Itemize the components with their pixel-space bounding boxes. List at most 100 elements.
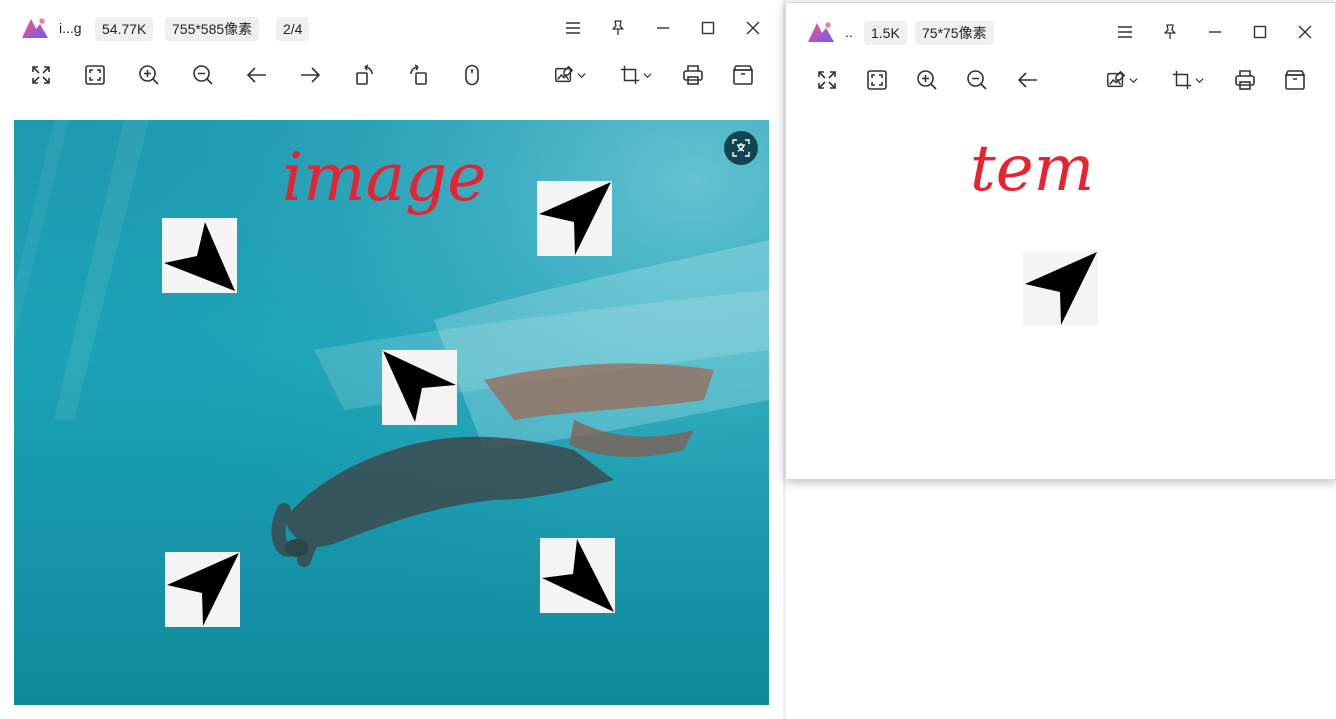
fullscreen-button[interactable]	[26, 60, 56, 90]
rotate-left-button[interactable]	[350, 60, 380, 90]
mouse-icon	[465, 64, 479, 86]
page-counter-badge: 2/4	[276, 17, 310, 41]
ocr-translate-button[interactable]	[724, 131, 758, 165]
svg-text:image: image	[282, 139, 486, 216]
menu-icon	[566, 22, 580, 34]
previous-button[interactable]	[1013, 65, 1043, 95]
fit-window-icon	[85, 65, 105, 85]
toolbar	[786, 65, 1335, 105]
dimensions-badge: 75*75像素	[915, 21, 994, 45]
maximize-button[interactable]	[695, 15, 721, 41]
dimensions-badge: 755*585像素	[165, 17, 260, 41]
app-logo-icon	[808, 22, 834, 42]
fit-window-button[interactable]	[862, 65, 892, 95]
menu-button[interactable]	[560, 15, 586, 41]
archive-icon	[1284, 70, 1306, 90]
close-icon	[1298, 25, 1312, 39]
maximize-icon	[701, 21, 715, 35]
arrow-icon	[1025, 252, 1097, 325]
zoom-out-icon	[193, 65, 213, 85]
titlebar[interactable]: i...g 54.77K 755*585像素 2/4	[0, 0, 783, 56]
chevron-down-icon	[1128, 77, 1138, 83]
close-button[interactable]	[740, 15, 766, 41]
edit-image-dropdown[interactable]	[1102, 65, 1140, 95]
titlebar[interactable]: .. 1.5K 75*75像素	[786, 3, 1335, 59]
arrow-icon	[167, 553, 239, 626]
crop-icon	[620, 65, 639, 85]
rotate-right-button[interactable]	[403, 60, 433, 90]
pin-icon	[1164, 24, 1176, 39]
arrow-tile	[537, 181, 612, 256]
arrow-icon	[539, 182, 611, 255]
zoom-out-button[interactable]	[962, 65, 992, 95]
menu-button[interactable]	[1112, 19, 1138, 45]
next-button[interactable]	[295, 60, 325, 90]
zoom-in-icon	[917, 70, 937, 90]
maximize-icon	[1253, 25, 1267, 39]
archive-button[interactable]	[728, 60, 758, 90]
pin-button[interactable]	[1157, 19, 1183, 45]
pin-button[interactable]	[605, 15, 631, 41]
previous-icon	[1017, 72, 1037, 88]
print-icon	[1235, 70, 1255, 90]
file-name: i...g	[59, 20, 82, 36]
arrow-tile	[382, 350, 457, 425]
image-canvas[interactable]: tem	[786, 116, 1335, 479]
chevron-down-icon	[1194, 77, 1204, 83]
chevron-down-icon	[642, 72, 652, 78]
mouse-mode-button[interactable]	[457, 60, 487, 90]
fullscreen-button[interactable]	[812, 65, 842, 95]
toolbar	[0, 60, 783, 100]
rotate-right-icon	[410, 64, 427, 85]
rotate-left-icon	[356, 64, 373, 85]
app-logo-icon	[22, 18, 48, 38]
file-size-badge: 54.77K	[95, 17, 154, 41]
arrow-tile	[165, 552, 240, 627]
zoom-in-button[interactable]	[912, 65, 942, 95]
arrow-icon	[164, 222, 235, 291]
edit-image-icon	[1106, 70, 1125, 88]
fit-window-icon	[867, 70, 887, 90]
arrow-icon	[542, 539, 614, 612]
edit-image-dropdown[interactable]	[550, 60, 588, 90]
print-icon	[683, 65, 703, 85]
minimize-icon	[657, 27, 669, 29]
image-viewer-window: i...g 54.77K 755*585像素 2/4 image	[0, 0, 783, 719]
edit-image-icon	[554, 65, 573, 83]
arrow-tile	[540, 538, 615, 613]
minimize-button[interactable]	[1202, 19, 1228, 45]
zoom-in-icon	[139, 65, 159, 85]
menu-icon	[1118, 26, 1132, 38]
archive-button[interactable]	[1280, 65, 1310, 95]
close-button[interactable]	[1292, 19, 1318, 45]
archive-icon	[732, 65, 754, 85]
print-button[interactable]	[1230, 65, 1260, 95]
close-icon	[746, 21, 760, 35]
image-canvas[interactable]: image	[14, 120, 769, 705]
arrow-tile	[162, 218, 237, 293]
minimize-icon	[1209, 31, 1221, 33]
crop-dropdown[interactable]	[616, 60, 654, 90]
template-annotation: tem	[970, 132, 1094, 206]
maximize-button[interactable]	[1247, 19, 1273, 45]
crop-dropdown[interactable]	[1168, 65, 1206, 95]
minimize-button[interactable]	[650, 15, 676, 41]
fullscreen-icon	[32, 66, 50, 84]
previous-button[interactable]	[242, 60, 272, 90]
zoom-out-icon	[967, 70, 987, 90]
chevron-down-icon	[576, 72, 586, 78]
arrow-icon	[383, 351, 456, 422]
crop-icon	[1172, 70, 1191, 90]
zoom-in-button[interactable]	[134, 60, 164, 90]
image-annotation: image	[282, 139, 486, 216]
file-size-badge: 1.5K	[864, 21, 907, 45]
print-button[interactable]	[678, 60, 708, 90]
file-name: ..	[845, 24, 853, 40]
ocr-translate-icon	[732, 139, 750, 157]
zoom-out-button[interactable]	[188, 60, 218, 90]
fullscreen-icon	[818, 71, 836, 89]
fit-window-button[interactable]	[80, 60, 110, 90]
image-viewer-window-secondary: .. 1.5K 75*75像素 tem	[785, 2, 1336, 480]
previous-icon	[246, 67, 266, 83]
next-icon	[301, 67, 321, 83]
